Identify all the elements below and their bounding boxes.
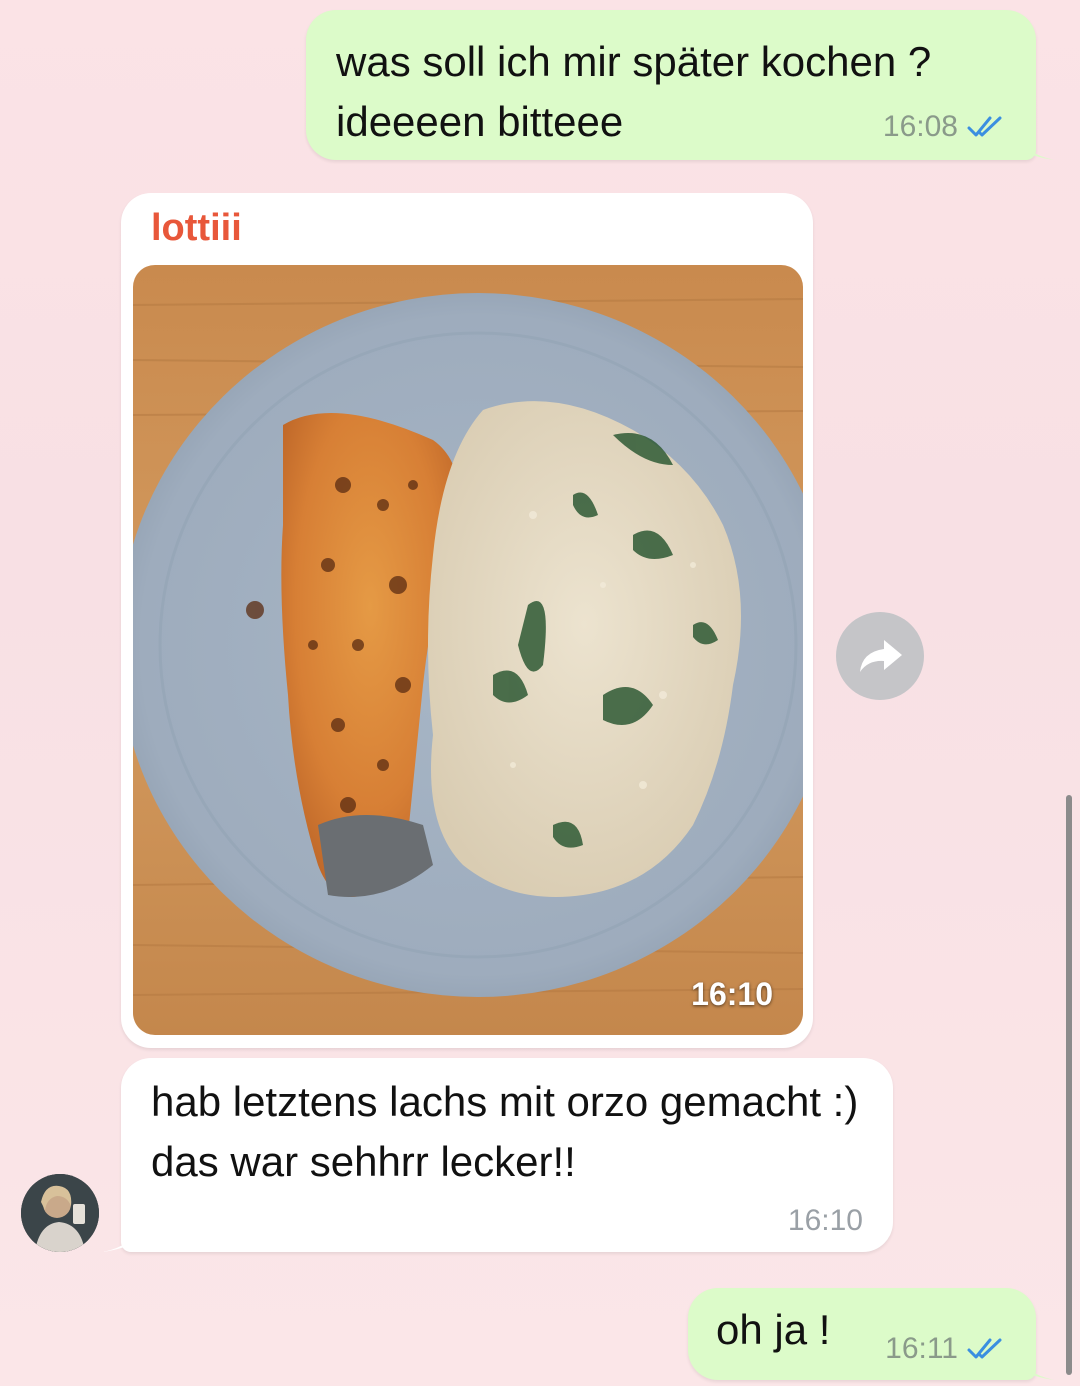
- forward-arrow-icon: [860, 640, 902, 672]
- outgoing-message[interactable]: oh ja ! 16:11: [688, 1288, 1054, 1380]
- message-time: 16:10: [787, 1204, 863, 1237]
- food-photo: [133, 265, 803, 1035]
- message-text: hab letztens lachs mit orzo gemacht :) d…: [151, 1078, 859, 1185]
- message-meta: 16:08: [883, 110, 1006, 144]
- bubble-tail: [1014, 126, 1054, 160]
- outgoing-message[interactable]: was soll ich mir später kochen ? ideeeen…: [306, 10, 1054, 160]
- scrollbar[interactable]: [1066, 795, 1072, 1375]
- forward-button[interactable]: [836, 612, 924, 700]
- message-time: 16:08: [882, 110, 958, 143]
- double-check-icon: [967, 116, 1002, 137]
- message-text: oh ja !: [716, 1306, 831, 1353]
- message-meta: 16:11: [885, 1332, 1006, 1366]
- avatar[interactable]: [21, 1174, 99, 1252]
- message-meta: 16:10: [788, 1204, 863, 1238]
- incoming-image-message[interactable]: lottiii 16:10: [121, 193, 813, 1048]
- image-time: 16:10: [691, 976, 773, 1012]
- double-check-icon: [967, 1338, 1002, 1359]
- message-time: 16:11: [885, 1332, 958, 1365]
- message-photo[interactable]: 16:10: [133, 265, 803, 1035]
- chat-view: was soll ich mir später kochen ? ideeeen…: [0, 0, 1080, 1386]
- avatar-image: [21, 1174, 99, 1252]
- bubble-tail: [103, 1218, 143, 1252]
- sender-name[interactable]: lottiii: [151, 207, 242, 250]
- incoming-message[interactable]: hab letztens lachs mit orzo gemacht :) d…: [103, 1058, 893, 1252]
- bubble-tail: [1014, 1346, 1054, 1380]
